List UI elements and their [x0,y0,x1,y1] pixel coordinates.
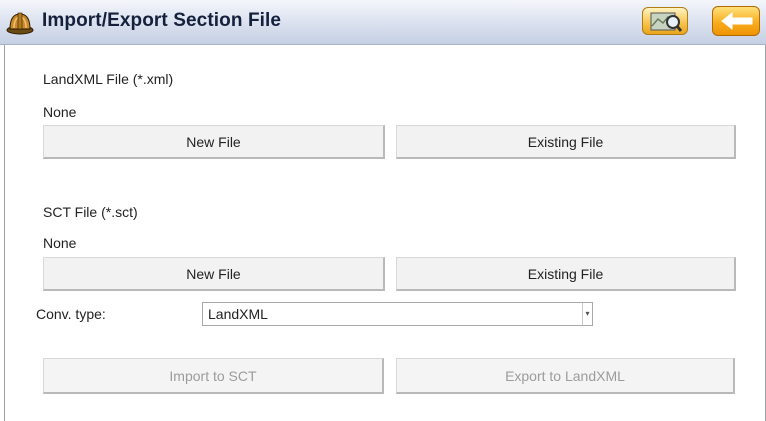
title-bar: Import/Export Section File [0,0,766,45]
page-title: Import/Export Section File [42,10,282,31]
sct-file-label: SCT File (*.sct) [43,204,138,220]
sct-existing-file-button[interactable]: Existing File [396,257,736,291]
conv-type-label: Conv. type: [36,306,106,322]
export-to-landxml-button[interactable]: Export to LandXML [396,358,735,394]
map-magnifier-icon [650,12,683,32]
hardhat-icon [6,12,34,35]
landxml-existing-file-button[interactable]: Existing File [396,125,736,159]
landxml-new-file-button[interactable]: New File [43,125,385,159]
sct-new-file-button[interactable]: New File [43,257,385,291]
landxml-file-value: None [43,104,77,120]
conv-type-select[interactable]: LandXML ▾ [202,302,593,326]
conv-type-value: LandXML [208,306,268,322]
back-arrow-icon [721,11,753,31]
landxml-file-label: LandXML File (*.xml) [43,71,174,87]
sct-file-value: None [43,235,77,251]
map-view-button[interactable] [642,7,688,35]
dropdown-arrow-icon[interactable]: ▾ [582,303,592,325]
back-button[interactable] [712,6,760,36]
import-to-sct-button[interactable]: Import to SCT [43,358,384,394]
